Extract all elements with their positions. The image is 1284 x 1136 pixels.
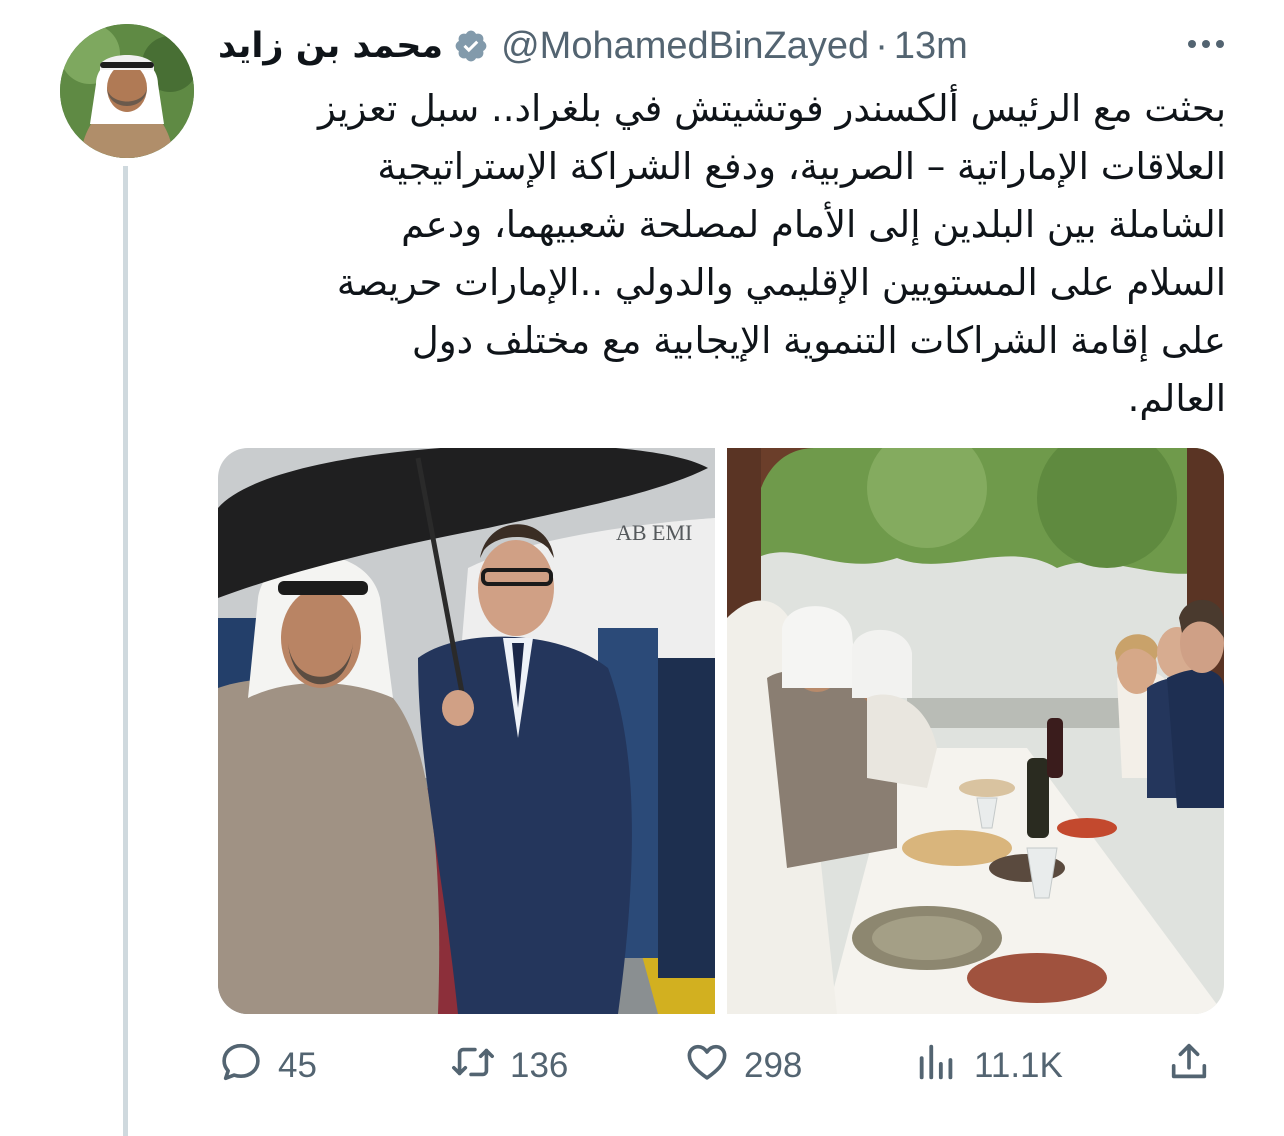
tweet-text-line: بحثت مع الرئيس ألكسندر فوتشيتش في بلغراد… [317, 87, 1226, 130]
tweet-header: محمد بن زايد @MohamedBinZayed · 13m [218, 18, 1228, 74]
reply-button[interactable]: 45 [218, 1036, 317, 1096]
separator-dot: · [875, 24, 888, 67]
views-count: 11.1K [974, 1046, 1063, 1085]
avatar-image [60, 24, 194, 158]
media-grid: AB EMI [218, 448, 1224, 1014]
display-name[interactable]: محمد بن زايد [218, 26, 443, 66]
tweet-text-line: على إقامة الشراكات التنموية الإيجابية مع… [411, 319, 1226, 362]
tweet-text-line: العالم. [1127, 377, 1226, 420]
tweet: محمد بن زايد @MohamedBinZayed · 13m بحثت… [0, 0, 1284, 1136]
action-bar: 45 136 298 11.1K [218, 1036, 1224, 1096]
retweet-button[interactable]: 136 [450, 1036, 568, 1096]
avatar[interactable] [60, 24, 194, 158]
views-button[interactable]: 11.1K [914, 1036, 1063, 1096]
tweet-text-line: السلام على المستويين الإقليمي والدولي ..… [336, 261, 1226, 304]
photo-umbrella[interactable]: AB EMI [218, 448, 715, 1014]
author-handle[interactable]: @MohamedBinZayed [501, 25, 869, 68]
like-count: 298 [744, 1046, 803, 1085]
tweet-text: بحثت مع الرئيس ألكسندر فوتشيتش في بلغراد… [230, 80, 1226, 428]
tweet-text-line: العلاقات الإماراتية – الصربية، ودفع الشر… [377, 145, 1226, 188]
share-icon [1166, 1039, 1212, 1094]
thread-line [123, 166, 128, 1136]
retweet-icon [450, 1039, 496, 1094]
aircraft-lettering: AB EMI [616, 520, 692, 545]
reply-count: 45 [278, 1046, 317, 1085]
heart-icon [684, 1039, 730, 1094]
views-icon [914, 1039, 960, 1094]
timestamp[interactable]: 13m [894, 25, 968, 68]
photo-dinner-table[interactable] [727, 448, 1224, 1014]
verified-badge-icon [453, 28, 489, 64]
reply-icon [218, 1039, 264, 1094]
more-icon[interactable] [1188, 40, 1224, 48]
retweet-count: 136 [510, 1046, 569, 1085]
like-button[interactable]: 298 [684, 1036, 802, 1096]
tweet-text-line: الشاملة بين البلدين إلى الأمام لمصلحة شع… [401, 203, 1226, 246]
share-button[interactable] [1166, 1036, 1212, 1096]
